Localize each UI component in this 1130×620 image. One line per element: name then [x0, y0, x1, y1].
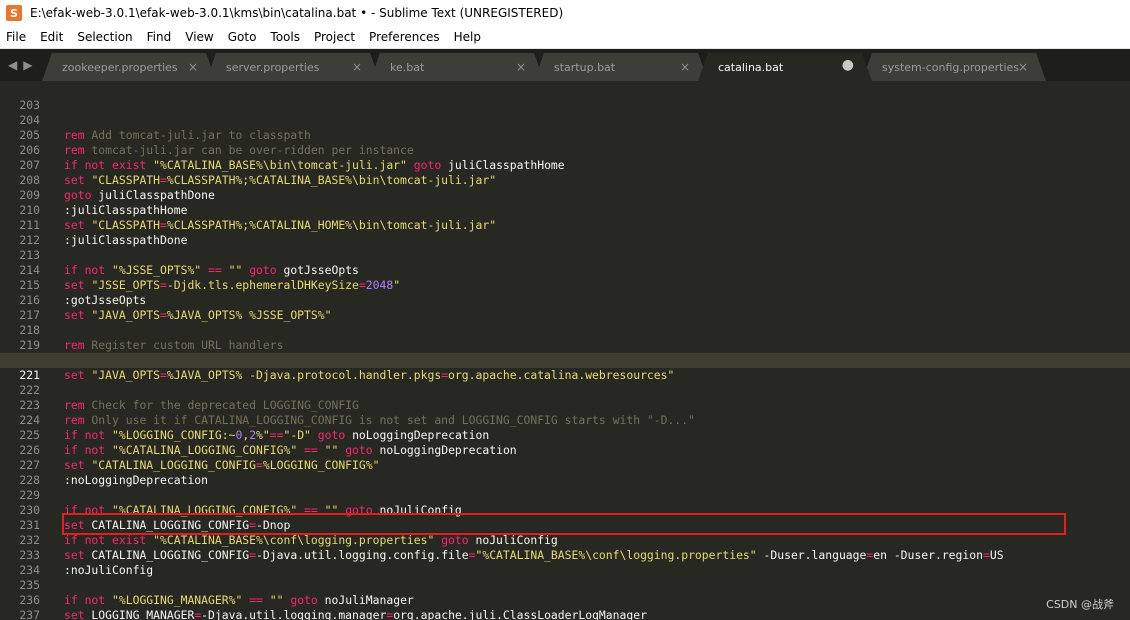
- tab-bar: ◀ ▶ zookeeper.properties × server.proper…: [0, 49, 1130, 81]
- code-line: 228: [0, 458, 1130, 487]
- menu-project[interactable]: Project: [307, 26, 362, 48]
- tab-startup-bat[interactable]: startup.bat ×: [534, 53, 708, 81]
- code-line: 237 :noJuliManager: [0, 593, 1130, 620]
- code-line: 203: [0, 83, 1130, 112]
- code-line: 205 rem tomcat-juli.jar can be over-ridd…: [0, 113, 1130, 157]
- menu-find[interactable]: Find: [140, 26, 179, 48]
- tab-prev-icon[interactable]: ◀: [8, 58, 17, 72]
- window-title: E:\efak-web-3.0.1\efak-web-3.0.1\kms\bin…: [30, 6, 564, 20]
- unsaved-dot-icon[interactable]: ●: [842, 57, 854, 73]
- tab-ke-bat[interactable]: ke.bat ×: [370, 53, 544, 81]
- menu-bar: File Edit Selection Find View Goto Tools…: [0, 26, 1130, 49]
- code-line: 226 set "CATALINA_LOGGING_CONFIG=%LOGGIN…: [0, 428, 1130, 472]
- tab-label: server.properties: [226, 61, 320, 74]
- menu-edit[interactable]: Edit: [33, 26, 70, 48]
- tab-zookeeper-properties[interactable]: zookeeper.properties ×: [42, 53, 216, 81]
- code-line: 222 rem Check for the deprecated LOGGING…: [0, 368, 1130, 412]
- code-line: 235 if not "%LOGGING_MANAGER%" == "" got…: [0, 563, 1130, 607]
- code-line: 217: [0, 293, 1130, 322]
- code-line: 234: [0, 548, 1130, 577]
- code-line: 204 rem Add tomcat-juli.jar to classpath: [0, 98, 1130, 142]
- code-line: 218 rem Register custom URL handlers: [0, 308, 1130, 352]
- menu-goto[interactable]: Goto: [221, 26, 264, 48]
- close-icon[interactable]: ×: [188, 60, 198, 74]
- code-line: 230 set CATALINA_LOGGING_CONFIG=-Dnop: [0, 488, 1130, 532]
- code-line: 208 goto juliClasspathDone: [0, 158, 1130, 202]
- tab-label: catalina.bat: [718, 61, 784, 74]
- code-line: 219 rem Do this here so custom URL handl…: [0, 323, 1130, 367]
- tab-server-properties[interactable]: server.properties ×: [206, 53, 380, 81]
- code-line: 236 set LOGGING_MANAGER=-Djava.util.logg…: [0, 578, 1130, 620]
- tab-next-icon[interactable]: ▶: [23, 58, 32, 72]
- code-editor[interactable]: 203 204 rem Add tomcat-juli.jar to class…: [0, 81, 1130, 620]
- menu-help[interactable]: Help: [447, 26, 488, 48]
- tab-label: startup.bat: [554, 61, 616, 74]
- menu-view[interactable]: View: [178, 26, 220, 48]
- code-line: 220 set "JAVA_OPTS=%JAVA_OPTS% -Djava.pr…: [0, 338, 1130, 382]
- code-line: 227 :noLoggingDeprecation: [0, 443, 1130, 487]
- title-bar: S E:\efak-web-3.0.1\efak-web-3.0.1\kms\b…: [0, 0, 1130, 26]
- code-line: 207 set "CLASSPATH=%CLASSPATH%;%CATALINA…: [0, 143, 1130, 187]
- code-line: 223 rem Only use it if CATALINA_LOGGING_…: [0, 383, 1130, 427]
- sublime-text-icon: S: [6, 5, 22, 21]
- tab-system-config-properties[interactable]: system-config.properties ×: [862, 53, 1046, 81]
- menu-preferences[interactable]: Preferences: [362, 26, 447, 48]
- tab-label: ke.bat: [390, 61, 425, 74]
- watermark: CSDN @战斧: [1046, 598, 1114, 611]
- code-line: 213 if not "%JSSE_OPTS%" == "" goto gotJ…: [0, 233, 1130, 277]
- code-line: 229 if not "%CATALINA_LOGGING_CONFIG%" =…: [0, 473, 1130, 517]
- close-icon[interactable]: ×: [516, 60, 526, 74]
- code-line: 209 :juliClasspathHome: [0, 173, 1130, 217]
- code-line: 206 if not exist "%CATALINA_BASE%\bin\to…: [0, 128, 1130, 172]
- menu-tools[interactable]: Tools: [263, 26, 307, 48]
- close-icon[interactable]: ×: [1018, 60, 1028, 74]
- code-line: 214 set "JSSE_OPTS=-Djdk.tls.ephemeralDH…: [0, 248, 1130, 292]
- close-icon[interactable]: ×: [352, 60, 362, 74]
- tab-catalina-bat[interactable]: catalina.bat ●: [698, 53, 872, 81]
- code-line-current: 221: [0, 353, 1130, 382]
- code-line: 210 set "CLASSPATH=%CLASSPATH%;%CATALINA…: [0, 188, 1130, 232]
- menu-selection[interactable]: Selection: [70, 26, 139, 48]
- code-line: 215 :gotJsseOpts: [0, 263, 1130, 307]
- code-line: 238: [0, 608, 1130, 620]
- code-line: 216 set "JAVA_OPTS=%JAVA_OPTS% %JSSE_OPT…: [0, 278, 1130, 322]
- tab-label: zookeeper.properties: [62, 61, 178, 74]
- tab-navigation: ◀ ▶: [8, 58, 32, 72]
- code-line: 233 :noJuliConfig: [0, 533, 1130, 577]
- annotation-highlight-box: [62, 513, 1066, 535]
- code-line: 224 if not "%LOGGING_CONFIG:~0,2%"=="-D"…: [0, 398, 1130, 442]
- close-icon[interactable]: ×: [680, 60, 690, 74]
- tab-label: system-config.properties: [882, 61, 1020, 74]
- code-line: 211 :juliClasspathDone: [0, 203, 1130, 247]
- code-line: 212: [0, 218, 1130, 247]
- code-line: 225 if not "%CATALINA_LOGGING_CONFIG%" =…: [0, 413, 1130, 457]
- menu-file[interactable]: File: [0, 26, 33, 48]
